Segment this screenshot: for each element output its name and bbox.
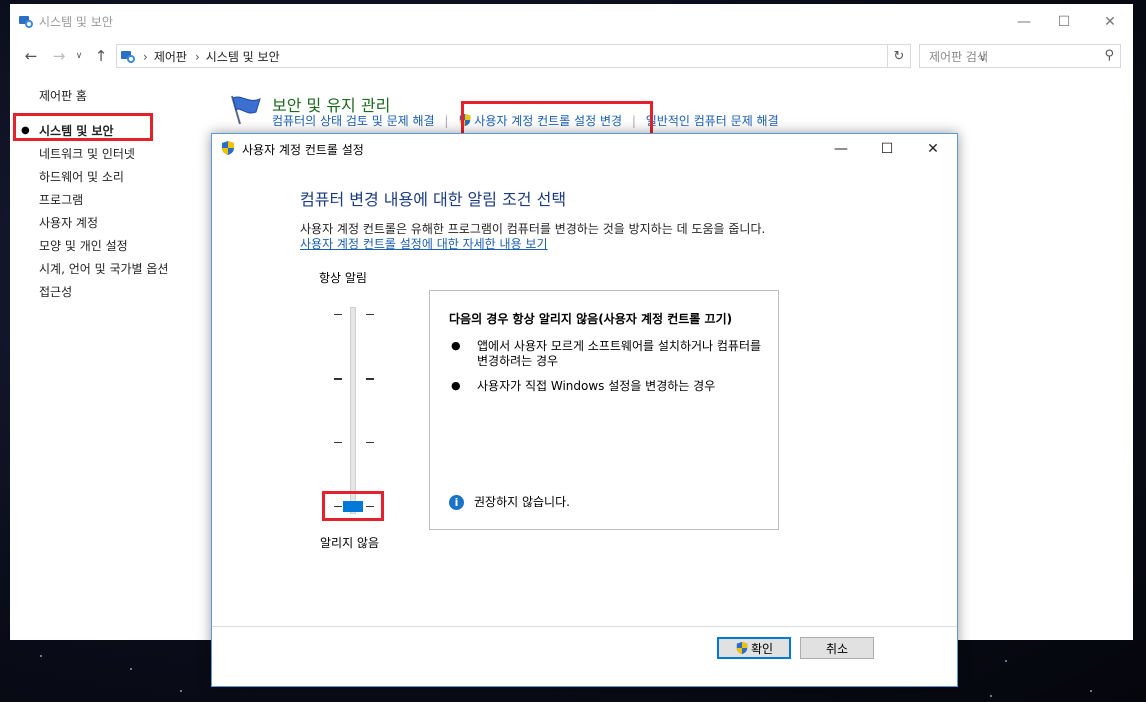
uac-settings-dialog: 사용자 계정 컨트롤 설정 — ☐ ✕ 컴퓨터 변경 내용에 대한 알림 조건 …	[211, 133, 958, 687]
forward-arrow-icon[interactable]: →	[50, 47, 68, 65]
slider-top-label: 항상 알림	[319, 271, 367, 285]
slider-tick	[334, 442, 342, 443]
ok-button[interactable]: 확인	[717, 637, 791, 659]
info-panel: 다음의 경우 항상 알리지 않음(사용자 계정 컨트롤 끄기) ● 앱에서 사용…	[429, 290, 779, 530]
notification-slider-track[interactable]	[350, 307, 356, 514]
bullet-text: 앱에서 사용자 모르게 소프트웨어를 설치하거나 컴퓨터를 변경하려는 경우	[477, 339, 762, 368]
maximize-button[interactable]: ☐	[864, 134, 910, 164]
info-heading: 다음의 경우 항상 알리지 않음(사용자 계정 컨트롤 끄기)	[449, 312, 733, 326]
back-arrow-icon[interactable]: ←	[22, 47, 40, 65]
close-button[interactable]: ✕	[1087, 4, 1133, 40]
bullet-icon: ●	[451, 339, 461, 352]
search-input[interactable]: 제어판 검색 ⚲	[919, 44, 1121, 68]
sidebar-item-clock-language[interactable]: 시계, 언어 및 국가별 옵션	[39, 260, 168, 277]
dialog-title: 사용자 계정 컨트롤 설정	[242, 143, 364, 157]
address-row: ← → ∨ ↑ › 제어판 › 시스템 및 보안 ∨ ↻ 제어판 검색 ⚲	[10, 40, 1133, 72]
close-button[interactable]: ✕	[910, 134, 956, 164]
highlight-box	[13, 113, 153, 141]
breadcrumb-item[interactable]: 제어판	[154, 50, 187, 64]
window-title: 시스템 및 보안	[39, 15, 113, 29]
more-info-link[interactable]: 사용자 계정 컨트롤 설정에 대한 자세한 내용 보기	[300, 235, 548, 252]
recent-dropdown-icon[interactable]: ∨	[72, 47, 86, 65]
info-icon: i	[449, 495, 464, 510]
sidebar-item-programs[interactable]: 프로그램	[39, 191, 83, 208]
uac-shield-icon	[736, 641, 748, 655]
sidebar-item-hardware[interactable]: 하드웨어 및 소리	[39, 168, 124, 185]
address-bar[interactable]: › 제어판 › 시스템 및 보안 ∨	[116, 44, 986, 68]
sidebar-item-appearance[interactable]: 모양 및 개인 설정	[39, 237, 128, 254]
ok-label: 확인	[750, 641, 774, 656]
slider-tick	[366, 378, 374, 380]
refresh-icon[interactable]: ↻	[888, 44, 911, 68]
bullet-icon: ●	[451, 379, 461, 392]
warning-text: 권장하지 않습니다.	[474, 495, 570, 509]
chevron-right-icon: ›	[143, 50, 148, 64]
control-panel-icon	[19, 16, 33, 28]
sidebar-item-accessibility[interactable]: 접근성	[39, 283, 72, 300]
sidebar-item-network[interactable]: 네트워크 및 인터넷	[39, 145, 135, 162]
up-arrow-icon[interactable]: ↑	[92, 47, 110, 65]
bullet-text: 사용자가 직접 Windows 설정을 변경하는 경우	[477, 379, 716, 393]
slider-tick	[366, 442, 374, 443]
uac-shield-icon	[222, 141, 234, 155]
warning-row: i 권장하지 않습니다.	[449, 493, 570, 510]
footer-divider	[212, 626, 957, 627]
breadcrumb: › 제어판 › 시스템 및 보안	[141, 48, 286, 65]
control-panel-icon	[121, 51, 135, 63]
highlight-box	[322, 491, 384, 521]
link-check-status[interactable]: 컴퓨터의 상태 검토 및 문제 해결	[272, 112, 435, 129]
link-troubleshoot[interactable]: 일반적인 컴퓨터 문제 해결	[646, 112, 779, 129]
minimize-button[interactable]: —	[818, 134, 864, 164]
search-placeholder: 제어판 검색	[929, 50, 989, 64]
maximize-button[interactable]: ☐	[1041, 4, 1087, 40]
sidebar-item-user-accounts[interactable]: 사용자 계정	[39, 214, 98, 231]
dialog-heading: 컴퓨터 변경 내용에 대한 알림 조건 선택	[300, 190, 567, 209]
chevron-right-icon: ›	[194, 50, 200, 64]
breadcrumb-item[interactable]: 시스템 및 보안	[206, 50, 280, 64]
slider-tick	[366, 314, 374, 315]
slider-tick	[334, 378, 342, 380]
dialog-title-bar: 사용자 계정 컨트롤 설정 — ☐ ✕	[212, 134, 957, 164]
search-icon[interactable]: ⚲	[1104, 48, 1114, 63]
link-divider: |	[444, 114, 449, 128]
title-bar: 시스템 및 보안 — ☐ ✕	[10, 4, 1133, 40]
slider-tick	[334, 314, 342, 315]
sidebar-item-home[interactable]: 제어판 홈	[39, 87, 87, 104]
flag-icon	[231, 95, 261, 125]
cancel-button[interactable]: 취소	[800, 637, 874, 659]
slider-bottom-label: 알리지 않음	[320, 536, 380, 550]
